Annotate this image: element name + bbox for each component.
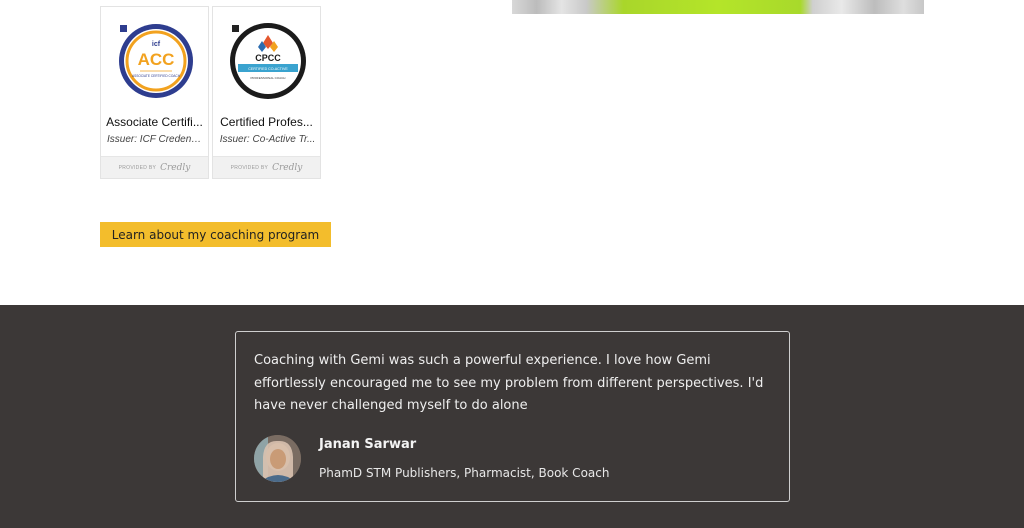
badge-title[interactable]: Associate Certifi... — [105, 115, 204, 129]
badge-card-acc[interactable]: icf ACC ASSOCIATE CERTIFIED COACH Associ… — [100, 6, 209, 179]
quote-line: Coaching with Gemi was such a powerful e… — [254, 353, 711, 368]
badge-issuer: Issuer: ICF Credenti... — [107, 134, 204, 145]
svg-text:ASSOCIATE CERTIFIED COACH: ASSOCIATE CERTIFIED COACH — [132, 74, 181, 78]
testimonial-card: Coaching with Gemi was such a powerful e… — [235, 331, 790, 502]
badge-issuer: Issuer: Co-Active Tr... — [219, 134, 316, 145]
credly-provider[interactable]: PROVIDED BY Credly — [101, 156, 208, 178]
badge-title[interactable]: Certified Profes... — [217, 115, 316, 129]
coaching-program-button[interactable]: Learn about my coaching program — [100, 222, 331, 247]
acc-badge-emblem: icf ACC ASSOCIATE CERTIFIED COACH — [119, 24, 193, 98]
credly-logo: Credly — [160, 162, 191, 173]
badge-card-cpcc[interactable]: CPCC CERTIFIED CO-ACTIVE PROFESSIONAL CO… — [212, 6, 321, 179]
svg-text:CERTIFIED CO-ACTIVE: CERTIFIED CO-ACTIVE — [248, 67, 288, 71]
credly-logo: Credly — [272, 162, 303, 173]
credly-provider[interactable]: PROVIDED BY Credly — [213, 156, 320, 178]
quote-line: effortlessly encouraged me to see my pro… — [254, 375, 764, 391]
testimonial-author-name: Janan Sarwar — [319, 437, 417, 452]
hero-image — [512, 0, 924, 14]
quote-line: have never challenged myself to do alone — [254, 398, 528, 413]
testimonial-quote: Coaching with Gemi was such a powerful e… — [254, 350, 774, 418]
testimonial-section: Coaching with Gemi was such a powerful e… — [0, 305, 1024, 528]
svg-text:PROFESSIONAL COACH: PROFESSIONAL COACH — [251, 76, 286, 80]
svg-text:ACC: ACC — [138, 50, 175, 69]
provided-by-label: PROVIDED BY — [230, 164, 269, 171]
cpcc-badge-emblem: CPCC CERTIFIED CO-ACTIVE PROFESSIONAL CO… — [230, 23, 306, 99]
provided-by-label: PROVIDED BY — [118, 164, 157, 171]
svg-text:icf: icf — [152, 41, 161, 48]
svg-text:CPCC: CPCC — [255, 53, 281, 63]
testimonial-author-role: PhamD STM Publishers, Pharmacist, Book C… — [319, 466, 610, 480]
avatar — [254, 435, 301, 482]
